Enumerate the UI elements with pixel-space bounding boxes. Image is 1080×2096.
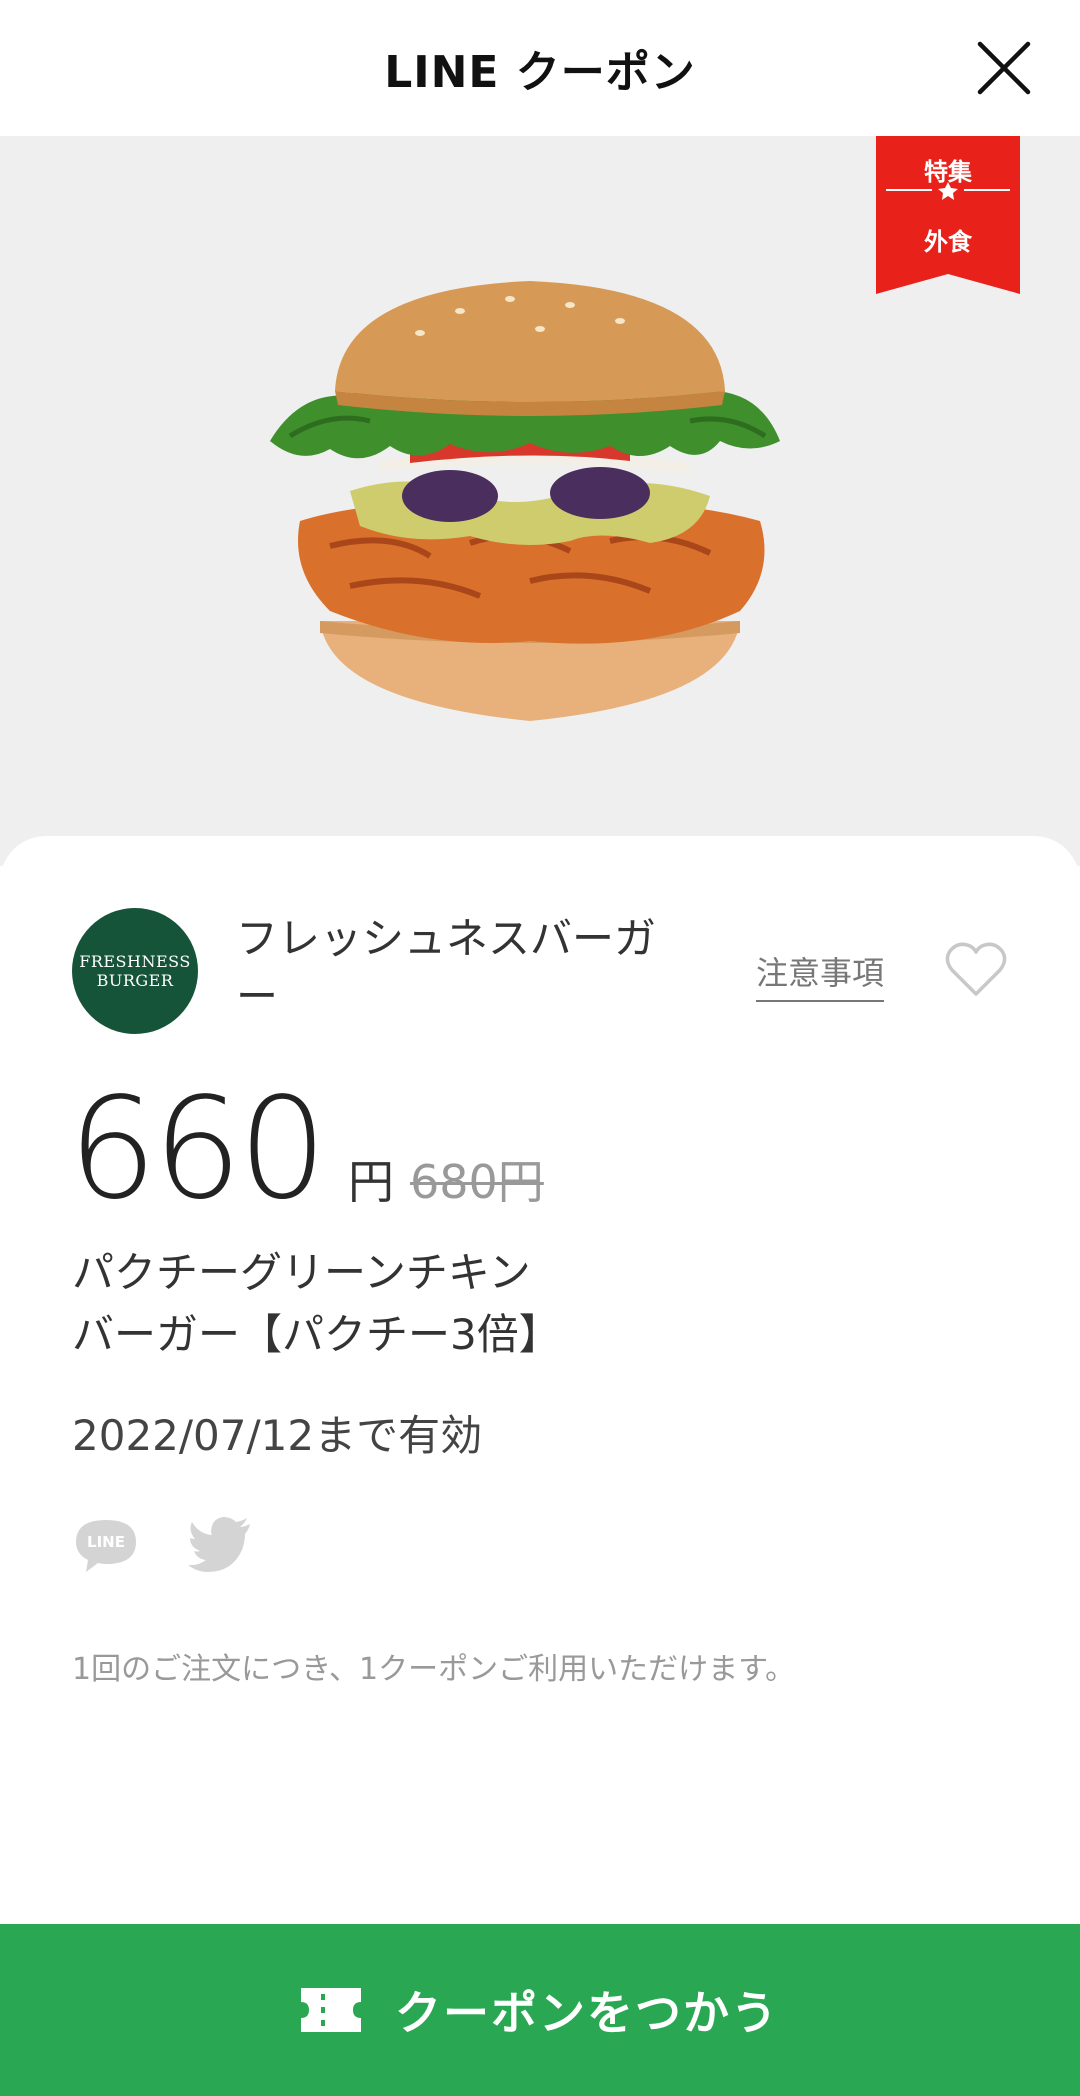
line-icon-label: LINE (87, 1533, 125, 1551)
line-icon: LINE (76, 1520, 136, 1572)
favorite-button[interactable] (944, 940, 1008, 1000)
share-line-button[interactable]: LINE (72, 1516, 140, 1574)
validity-date: 2022/07/12まで有効 (72, 1411, 483, 1460)
logo-text-line1: FRESHNESS (79, 952, 191, 971)
share-twitter-button[interactable] (188, 1516, 254, 1574)
usage-note: 1回のご注文につき、1クーポンご利用いただけます。 (72, 1652, 796, 1687)
feature-badge: 特集 外食 (876, 136, 1020, 294)
heart-icon (945, 942, 1007, 996)
burger-illustration (270, 281, 780, 721)
use-coupon-button[interactable]: クーポンをつかう (0, 1924, 1080, 2096)
twitter-icon (188, 1517, 250, 1572)
price-unit: 円 (348, 1155, 394, 1209)
coupon-price: 660 (68, 1068, 327, 1231)
shop-logo: FRESHNESS BURGER (72, 908, 198, 1034)
notes-link[interactable]: 注意事項 (756, 948, 885, 1002)
product-name-line1: パクチーグリーンチキン (72, 1248, 531, 1297)
badge-label-top: 特集 (924, 158, 972, 186)
product-name-line2: バーガー【パクチー3倍】 (72, 1310, 561, 1359)
badge-label-bottom: 外食 (924, 228, 972, 256)
logo-text-line2: BURGER (96, 971, 174, 990)
ticket-icon (301, 1988, 361, 2032)
shop-name: フレッシュネスバーガー (236, 914, 657, 1021)
use-coupon-label: クーポンをつかう (395, 1986, 779, 2040)
product-name: パクチーグリーンチキン バーガー【パクチー3倍】 (72, 1242, 872, 1366)
original-price: 680円 (410, 1155, 544, 1209)
coupon-card: FRESHNESS BURGER フレッシュネスバーガー 注意事項 660 円 … (0, 836, 1080, 2096)
app-header: LINE クーポン (0, 0, 1080, 136)
close-button[interactable] (972, 36, 1036, 100)
close-icon (977, 41, 1031, 95)
header-title: LINE クーポン (384, 47, 696, 98)
